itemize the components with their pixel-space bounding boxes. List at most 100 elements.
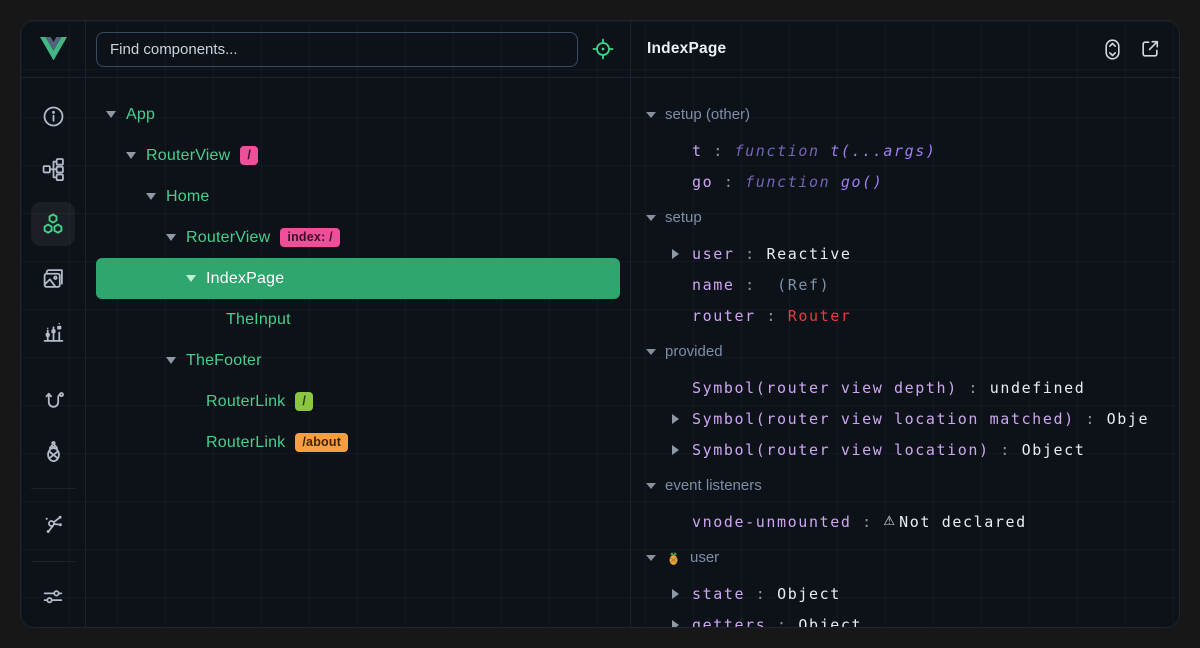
- inspector-header: IndexPage: [631, 21, 1179, 78]
- tree-row[interactable]: RouterLink/about: [96, 422, 620, 463]
- sidebar-item-timeline[interactable]: [31, 310, 75, 354]
- vue-logo: [21, 21, 85, 78]
- property-row[interactable]: Symbol(router view location matched) : O…: [631, 403, 1179, 434]
- component-tree-panel: AppRouterView/HomeRouterViewindex: /Inde…: [86, 21, 631, 627]
- collapse-arrow-icon: [646, 483, 656, 489]
- router-icon: [42, 388, 65, 411]
- tree-row[interactable]: TheFooter: [96, 340, 620, 381]
- info-icon: [42, 105, 65, 128]
- sidebar-item-settings[interactable]: [31, 574, 75, 618]
- collapse-arrow-icon: [646, 215, 656, 221]
- property-key: state: [692, 585, 745, 603]
- property-key: t: [692, 142, 703, 160]
- expand-arrow-icon[interactable]: [672, 589, 692, 599]
- warning-icon: ⚠: [883, 514, 899, 529]
- sidebar-item-components[interactable]: [31, 202, 75, 246]
- property-value: Object: [777, 585, 841, 603]
- state-section: setupuser : Reactivename : (Ref)router :…: [631, 202, 1179, 331]
- property-row[interactable]: Symbol(router view location) : Object: [631, 434, 1179, 465]
- tree-row[interactable]: IndexPage: [96, 258, 620, 299]
- key-value-separator: :: [745, 585, 777, 603]
- property-row: name : (Ref): [631, 269, 1179, 300]
- section-header[interactable]: user: [631, 542, 1179, 573]
- inspector-panel: IndexPage setup (ot: [631, 21, 1179, 627]
- sidebar-item-router[interactable]: [31, 377, 75, 421]
- property-value: go(): [841, 173, 884, 191]
- sidebar-item-inspector-tree[interactable]: [31, 147, 75, 191]
- tree-row[interactable]: TheInput: [96, 299, 620, 340]
- property-value: (Ref): [766, 276, 830, 294]
- tree-row[interactable]: RouterViewindex: /: [96, 217, 620, 258]
- select-component-target-icon[interactable]: [591, 37, 615, 61]
- state-section: setup (other)t : function t(...args)go :…: [631, 99, 1179, 197]
- tree-row[interactable]: RouterLink /: [96, 381, 620, 422]
- section-title: setup (other): [665, 106, 750, 123]
- collapse-arrow-icon[interactable]: [106, 111, 126, 118]
- tree-row[interactable]: RouterView/: [96, 135, 620, 176]
- property-row: Symbol(router view depth) : undefined: [631, 372, 1179, 403]
- component-name: RouterLink: [206, 393, 285, 411]
- property-row[interactable]: state : Object: [631, 578, 1179, 609]
- sidebar-item-pinia[interactable]: [31, 429, 75, 473]
- route-badge: index: /: [280, 228, 339, 248]
- sidebar-item-info[interactable]: [31, 94, 75, 138]
- sidebar-item-graph[interactable]: [31, 501, 75, 545]
- key-value-separator: :: [756, 307, 788, 325]
- collapse-arrow-icon[interactable]: [146, 193, 166, 200]
- expand-arrow-icon[interactable]: [672, 249, 692, 259]
- inspector-tree-icon: [42, 158, 65, 181]
- component-name: TheFooter: [186, 352, 262, 370]
- property-value: Object: [798, 616, 862, 628]
- expand-arrow-icon[interactable]: [672, 445, 692, 455]
- property-key: user: [692, 245, 735, 263]
- open-in-editor-icon[interactable]: [1139, 38, 1161, 60]
- property-key: Symbol(router view location matched): [692, 410, 1075, 428]
- property-key: Symbol(router view depth): [692, 379, 958, 397]
- key-value-separator: :: [851, 513, 883, 531]
- route-badge: /about: [295, 433, 348, 453]
- collapse-arrow-icon[interactable]: [126, 152, 146, 159]
- tree-row[interactable]: App: [96, 94, 620, 135]
- section-title: event listeners: [665, 477, 762, 494]
- key-value-separator: :: [713, 173, 745, 191]
- property-key: vnode-unmounted: [692, 513, 851, 531]
- component-name: RouterLink: [206, 434, 285, 452]
- component-name: TheInput: [226, 311, 291, 329]
- timeline-icon: [42, 321, 65, 344]
- key-value-separator: :: [735, 245, 767, 263]
- key-value-separator: :: [990, 441, 1022, 459]
- route-badge: /: [295, 392, 313, 412]
- vue-devtools-window: AppRouterView/HomeRouterViewindex: /Inde…: [20, 20, 1180, 628]
- sidebar-divider: [31, 488, 75, 489]
- key-value-separator: :: [735, 276, 767, 294]
- sidebar: [21, 21, 86, 627]
- collapse-arrow-icon[interactable]: [166, 357, 186, 364]
- section-header[interactable]: setup (other): [631, 99, 1179, 130]
- scroll-to-component-icon[interactable]: [1101, 38, 1123, 60]
- section-header[interactable]: setup: [631, 202, 1179, 233]
- search-input[interactable]: [96, 32, 578, 67]
- key-value-separator: :: [703, 142, 735, 160]
- collapse-arrow-icon[interactable]: [166, 234, 186, 241]
- property-value: Not declared: [899, 513, 1027, 531]
- collapse-arrow-icon[interactable]: [186, 275, 206, 282]
- property-row[interactable]: getters : Object: [631, 609, 1179, 627]
- key-value-separator: :: [766, 616, 798, 628]
- tree-row[interactable]: Home: [96, 176, 620, 217]
- property-value: undefined: [990, 379, 1086, 397]
- collapse-arrow-icon: [646, 112, 656, 118]
- state-section: event listeners vnode-unmounted : ⚠ Not d…: [631, 470, 1179, 537]
- section-header[interactable]: provided: [631, 336, 1179, 367]
- section-title: provided: [665, 343, 723, 360]
- property-row[interactable]: user : Reactive: [631, 238, 1179, 269]
- pinia-store-icon: [665, 550, 681, 566]
- property-value: function: [735, 142, 831, 160]
- section-header[interactable]: event listeners: [631, 470, 1179, 501]
- search-bar: [86, 21, 630, 78]
- expand-arrow-icon[interactable]: [672, 620, 692, 628]
- property-value: Object: [1022, 441, 1086, 459]
- inspector-title: IndexPage: [647, 40, 726, 58]
- sidebar-item-assets[interactable]: [31, 256, 75, 300]
- expand-arrow-icon[interactable]: [672, 414, 692, 424]
- property-value: function: [745, 173, 841, 191]
